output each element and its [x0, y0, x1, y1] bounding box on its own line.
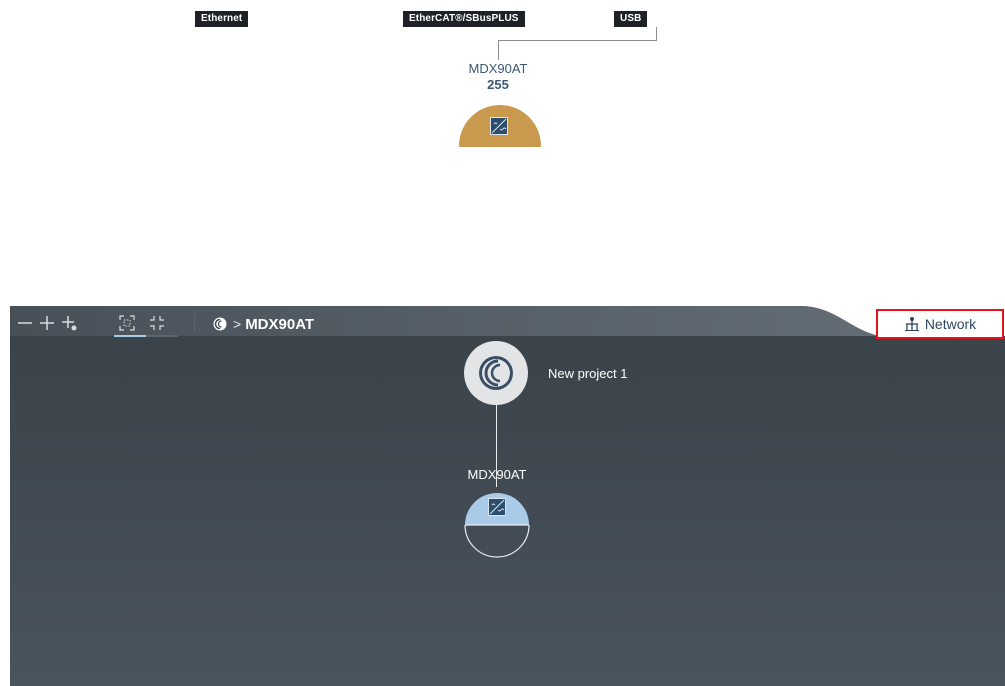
- project-icon[interactable]: [213, 317, 227, 331]
- device-address-label: 255: [487, 77, 509, 92]
- drive-icon: [490, 117, 508, 135]
- usb-wire-down: [656, 27, 657, 41]
- network-icon: [904, 317, 919, 331]
- toolbar-divider: [194, 314, 195, 332]
- usb-wire-to-device: [498, 40, 499, 60]
- device-node[interactable]: [464, 492, 530, 558]
- zoom-out-icon[interactable]: [16, 314, 34, 332]
- collapse-view-icon[interactable]: [148, 314, 166, 332]
- device-node[interactable]: [459, 105, 541, 147]
- bus-usb[interactable]: USB: [614, 11, 648, 27]
- network-button-label: Network: [924, 316, 977, 332]
- usb-wire-horizontal: [498, 40, 657, 41]
- add-node-icon[interactable]: [60, 314, 78, 332]
- bus-ethercat[interactable]: EtherCAT®/SBusPLUS: [403, 11, 525, 27]
- network-button[interactable]: Network: [876, 309, 1004, 339]
- breadcrumb-device[interactable]: MDX90AT: [245, 316, 314, 333]
- project-name-label: New project 1: [548, 366, 628, 381]
- zoom-in-icon[interactable]: [38, 314, 56, 332]
- breadcrumb: > MDX90AT: [213, 314, 314, 334]
- device-name-label: MDX90AT: [467, 467, 527, 482]
- project-logo-icon: [479, 356, 513, 390]
- device-name-label: MDX90AT: [468, 61, 528, 76]
- expand-view-icon[interactable]: [118, 314, 136, 332]
- breadcrumb-separator: >: [233, 316, 242, 332]
- bus-ethernet[interactable]: Ethernet: [195, 11, 249, 27]
- project-pane: > MDX90AT Network New project 1 MDX90AT: [10, 306, 1005, 686]
- drive-icon: [488, 498, 506, 516]
- zoom-mode-indicator: [114, 335, 146, 337]
- project-node[interactable]: [464, 341, 528, 405]
